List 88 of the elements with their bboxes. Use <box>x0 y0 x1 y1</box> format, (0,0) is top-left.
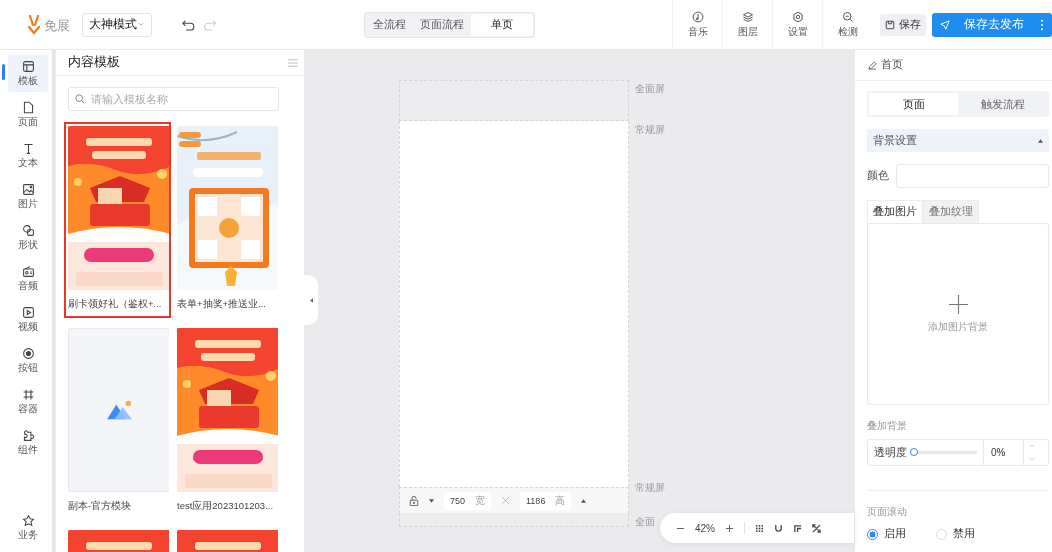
sidebar-item[interactable]: 组件 <box>8 424 48 461</box>
tab[interactable]: 叠加图片 <box>867 200 923 223</box>
view-tab[interactable]: 全流程 <box>366 13 413 36</box>
zoom-out-icon <box>841 10 854 23</box>
save-button[interactable]: 保存 <box>880 13 926 36</box>
puzzle-icon <box>21 428 35 442</box>
field-label: 透明度 <box>873 445 908 460</box>
sidebar-item[interactable]: 文本 <box>8 137 48 174</box>
search-icon <box>75 94 85 105</box>
mode-select[interactable]: 大神模式 <box>81 12 152 37</box>
caret-left-icon <box>309 297 313 303</box>
guide-label: 常规屏 <box>635 123 666 137</box>
settings-icon <box>791 10 804 23</box>
view-tab[interactable]: 单页 <box>471 13 533 36</box>
template-card[interactable]: 副本-官方模块 <box>64 324 171 521</box>
sidebar-item[interactable]: 按钮 <box>8 342 48 379</box>
width-field[interactable]: 750 宽 <box>444 491 492 510</box>
music-icon <box>691 10 704 23</box>
height-field[interactable]: 1186 高 <box>520 491 572 510</box>
chevron-down-icon <box>136 22 145 27</box>
hash-icon <box>21 387 35 401</box>
panel-tab[interactable]: 触发流程 <box>958 93 1047 115</box>
panel-title: 内容模板 <box>68 54 120 72</box>
plus-icon[interactable] <box>725 523 734 533</box>
play-icon <box>21 305 35 319</box>
unit-label: 高 <box>555 493 566 508</box>
text-icon <box>21 141 35 155</box>
tab[interactable]: 叠加纹理 <box>923 200 979 223</box>
save-icon <box>885 19 895 30</box>
radio-option[interactable]: 启用 <box>867 527 906 541</box>
field-label: 颜色 <box>867 169 889 183</box>
layout-icon <box>21 59 35 73</box>
template-card[interactable]: test应用2023101203... <box>173 324 280 521</box>
guide-label: 全面屏 <box>635 83 665 94</box>
template-name: 副本-官方模块 <box>68 499 133 514</box>
radio-option[interactable]: 禁用 <box>936 527 975 541</box>
shapes-icon <box>21 223 35 237</box>
layers-icon <box>741 10 754 23</box>
template-name: 刷卡领好礼（鉴权+... <box>68 297 163 312</box>
grid-icon[interactable] <box>755 523 764 533</box>
undo-icon[interactable] <box>181 18 196 31</box>
radio-button-icon <box>21 346 35 360</box>
corner-icon[interactable] <box>793 523 802 533</box>
sidebar-item[interactable]: 形状 <box>8 219 48 256</box>
star-icon <box>21 513 35 527</box>
panel-tab[interactable]: 页面 <box>869 93 958 115</box>
caret-up-icon[interactable] <box>581 498 587 503</box>
toolbar-button[interactable]: 设置 <box>772 0 822 50</box>
template-name: 表单+抽奖+推送业... <box>177 297 267 312</box>
search-field[interactable]: 请输入模板名称 <box>68 87 279 112</box>
unit-label: 宽 <box>475 493 486 508</box>
section-header[interactable]: 背景设置 <box>867 129 1049 152</box>
image-icon <box>21 182 35 196</box>
pencil-icon[interactable] <box>868 60 877 70</box>
radio-icon <box>21 264 35 278</box>
toolbar-button[interactable]: 图层 <box>722 0 772 50</box>
page-title: 首页 <box>881 58 903 72</box>
zoom-level: 42% <box>695 522 715 534</box>
template-card[interactable]: 表单+抽奖+推送业... <box>173 122 280 319</box>
unlock-icon[interactable] <box>409 495 419 506</box>
plus-icon <box>948 294 968 314</box>
section-label: 叠加背景 <box>867 419 908 433</box>
guide-label: 常规屏 <box>635 481 666 495</box>
sidebar-item[interactable]: 页面 <box>8 96 48 133</box>
sidebar-item[interactable]: 音频 <box>8 260 48 297</box>
multiply-icon <box>501 496 511 505</box>
bunny-logo-icon <box>26 14 42 35</box>
template-card[interactable]: 刷卡领好礼（鉴权+... <box>64 122 171 319</box>
cross-arrows-icon[interactable] <box>812 523 821 533</box>
toolbar-button[interactable]: 音乐 <box>672 0 722 50</box>
sidebar-item[interactable]: 容器 <box>8 383 48 420</box>
slider-thumb[interactable] <box>910 448 918 456</box>
view-tab[interactable]: 页面流程 <box>413 13 471 36</box>
sidebar-item[interactable]: 视频 <box>8 301 48 338</box>
guide-label: 全面 <box>635 516 655 527</box>
template-name: test应用2023101203... <box>177 499 275 514</box>
section-label: 页面滚动 <box>867 505 908 519</box>
opacity-value[interactable]: 0% <box>983 440 1023 465</box>
sidebar-item[interactable]: 图片 <box>8 178 48 215</box>
sidebar-item[interactable]: 业务 <box>8 509 48 546</box>
toolbar-button[interactable]: 检测 <box>822 0 872 50</box>
page-icon <box>21 100 35 114</box>
magnet-icon[interactable] <box>774 523 783 533</box>
logo-text: 免展 <box>44 16 70 35</box>
more-icon[interactable] <box>1040 18 1044 31</box>
caret-down-icon[interactable] <box>429 498 434 503</box>
collapse-handle[interactable] <box>304 275 318 325</box>
send-icon <box>940 19 950 30</box>
